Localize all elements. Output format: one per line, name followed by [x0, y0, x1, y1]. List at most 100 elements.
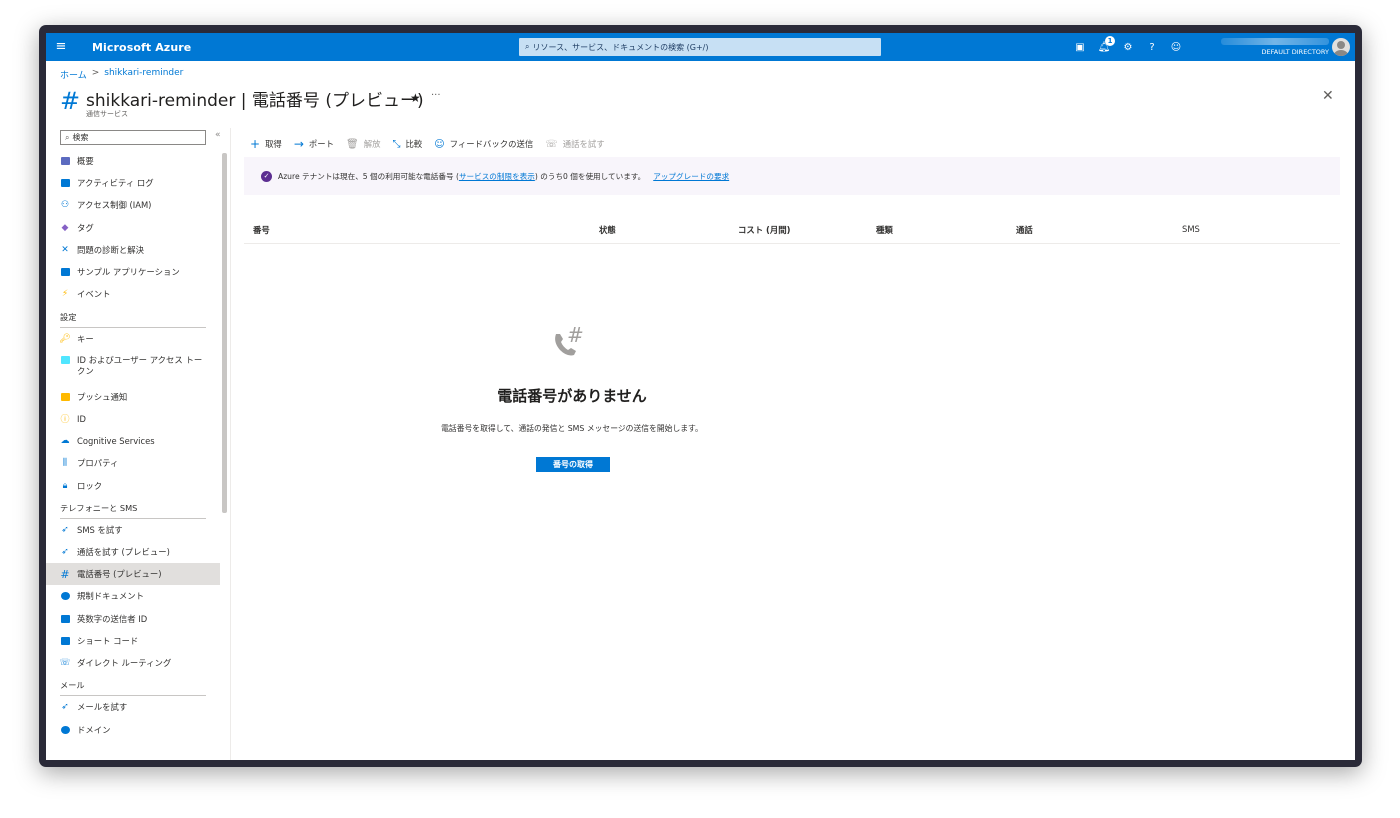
sidebar-search-placeholder: 検索 [72, 133, 89, 142]
breadcrumb-resource[interactable]: shikkari-reminder [104, 68, 183, 81]
avatar[interactable] [1332, 38, 1350, 56]
svg-text:#: # [567, 324, 584, 347]
sidebar-item-overview[interactable]: 概要 [46, 150, 220, 172]
sidebar-item-try-sms[interactable]: ➶ SMS を試す [46, 519, 220, 541]
overview-icon [60, 156, 70, 166]
sidebar-item-label: アクティビティ ログ [77, 178, 154, 189]
column-monthly-cost[interactable]: コスト (月間) [738, 224, 790, 236]
phone-hash-icon: # [555, 324, 584, 356]
main-content: + 取得 → ポート 🗑︎ 解放 ⤡ 比較 ☺ フィードバックの送信 ☏ 通話を試す ✓ A… [244, 128, 1342, 760]
menu-icon[interactable]: ≡ [46, 33, 76, 61]
upgrade-request-link[interactable]: アップグレードの要求 [653, 171, 729, 182]
sidebar-item-label: ダイレクト ルーティング [77, 658, 172, 669]
sidebar-search-input[interactable]: ⌕ 検索 [60, 130, 206, 145]
favorite-star-icon[interactable]: ★ [410, 91, 421, 105]
diagnose-icon: ✕ [61, 244, 69, 255]
sidebar-item-label: ロック [77, 480, 103, 491]
sidebar-item-try-call[interactable]: ➶ 通話を試す (プレビュー) [46, 541, 220, 563]
notifications-icon[interactable]: 🔔︎ 1 [1092, 35, 1116, 53]
global-search-input[interactable]: ⌕ リソース、サービス、ドキュメントの検索 (G+/) [519, 38, 881, 56]
sidebar-item-label: ID [77, 413, 86, 424]
sidebar-item-events[interactable]: ⚡ イベント [46, 283, 220, 305]
regulatory-docs-icon [60, 591, 70, 601]
sidebar-item-domains[interactable]: ドメイン [46, 719, 220, 741]
command-bar: + 取得 → ポート 🗑︎ 解放 ⤡ 比較 ☺ フィードバックの送信 ☏ 通話を試す [250, 136, 617, 152]
sample-app-icon [60, 267, 70, 277]
arrow-right-icon: → [293, 137, 304, 151]
sidebar-item-phone-numbers[interactable]: # 電話番号 (プレビュー) [46, 563, 220, 586]
try-call-button[interactable]: ☏ 通話を試す [545, 138, 604, 150]
sidebar-item-diagnose[interactable]: ✕ 問題の診断と解決 [46, 239, 220, 261]
sidebar-item-id[interactable]: ⓘ ID [46, 408, 220, 430]
column-sms[interactable]: SMS [1182, 224, 1200, 234]
feedback-button[interactable]: ☺ フィードバックの送信 [434, 138, 533, 150]
service-limits-link[interactable]: サービスの制限を表示 [459, 171, 535, 182]
account-email-redacted [1221, 38, 1329, 45]
sidebar-item-label: ID およびユーザー アクセス トークン [77, 354, 203, 376]
try-call-icon: ➶ [61, 547, 69, 558]
more-options-icon[interactable]: ··· [431, 90, 441, 101]
brand-logo[interactable]: Microsoft Azure [92, 41, 191, 54]
feedback-icon[interactable]: ☺ [1164, 42, 1188, 53]
port-label: ポート [308, 139, 334, 149]
sidebar-item-label: サンプル アプリケーション [77, 267, 180, 278]
section-mail: メール [46, 674, 220, 697]
notice-text-before: Azure テナントは現在、5 個の利用可能な電話番号 ( [278, 171, 459, 181]
sidebar-item-keys[interactable]: 🔑︎ キー [46, 328, 220, 350]
close-icon[interactable]: ✕ [1322, 88, 1334, 104]
short-code-icon [60, 636, 70, 646]
trash-icon: 🗑︎ [346, 138, 359, 150]
column-status[interactable]: 状態 [599, 224, 616, 236]
direct-routing-icon: ☏ [59, 658, 71, 669]
sidebar-item-access-control[interactable]: ⚇ アクセス制御 (IAM) [46, 194, 220, 216]
sidebar-item-sample-apps[interactable]: サンプル アプリケーション [46, 261, 220, 283]
activity-log-icon [60, 178, 70, 188]
sidebar-item-label: プッシュ通知 [77, 391, 128, 402]
column-number[interactable]: 番号 [253, 224, 270, 236]
port-button[interactable]: → ポート [294, 137, 334, 151]
event-icon: ⚡ [61, 289, 69, 300]
properties-icon: ⫼ [62, 458, 68, 469]
sidebar-item-push-notifications[interactable]: プッシュ通知 [46, 386, 220, 408]
sidebar-item-tags[interactable]: ◆ タグ [46, 217, 220, 239]
sidebar-item-locks[interactable]: 🔒︎ ロック [46, 474, 220, 496]
collapse-sidebar-icon[interactable]: « [215, 130, 221, 140]
account-info[interactable]: DEFAULT DIRECTORY [1216, 37, 1329, 57]
phone-number-icon: # [60, 567, 70, 581]
column-type[interactable]: 種類 [876, 224, 893, 236]
phone-numbers-table-header: 番号 状態 コスト (月間) 種類 通話 SMS [244, 220, 1340, 244]
sidebar-item-regulatory-docs[interactable]: 規制ドキュメント [46, 585, 220, 607]
sidebar-item-properties[interactable]: ⫼ プロパティ [46, 452, 220, 474]
cloud-shell-icon[interactable]: ▣ [1068, 42, 1092, 53]
settings-gear-icon[interactable]: ⚙ [1116, 42, 1140, 53]
tag-icon: ◆ [61, 222, 69, 233]
get-number-primary-button[interactable]: 番号の取得 [536, 457, 610, 472]
get-number-button[interactable]: + 取得 [250, 137, 282, 151]
sidebar-item-identity-tokens[interactable]: ID およびユーザー アクセス トークン [46, 350, 220, 386]
sidebar-item-label: 通話を試す (プレビュー) [77, 547, 170, 558]
sidebar-item-activity-log[interactable]: アクティビティ ログ [46, 172, 220, 194]
release-button[interactable]: 🗑︎ 解放 [346, 138, 380, 150]
feedback-label: フィードバックの送信 [449, 139, 534, 149]
sidebar-scrollbar[interactable] [222, 153, 227, 513]
sidebar-item-direct-routing[interactable]: ☏ ダイレクト ルーティング [46, 652, 220, 674]
compare-icon: ⤡ [392, 138, 401, 150]
usage-notice-banner: ✓ Azure テナントは現在、5 個の利用可能な電話番号 ( サービスの制限を… [244, 157, 1340, 195]
column-calling[interactable]: 通話 [1016, 224, 1033, 236]
sidebar-item-short-codes[interactable]: ショート コード [46, 630, 220, 652]
push-notification-icon [60, 392, 70, 402]
domain-icon [60, 725, 70, 735]
sidebar-item-alphanumeric-sender[interactable]: 英数字の送信者 ID [46, 608, 220, 630]
compare-button[interactable]: ⤡ 比較 [392, 138, 422, 150]
sidebar-item-label: ドメイン [77, 724, 111, 735]
sidebar-item-cognitive-services[interactable]: ☁ Cognitive Services [46, 430, 220, 452]
breadcrumb-home[interactable]: ホーム [60, 68, 87, 81]
empty-state-description: 電話番号を取得して、通話の発信と SMS メッセージの送信を開始します。 [441, 424, 703, 433]
help-icon[interactable]: ? [1140, 42, 1164, 53]
sidebar-item-try-email[interactable]: ➶ メールを試す [46, 696, 220, 718]
access-control-icon: ⚇ [60, 200, 70, 211]
sidebar-item-label: ショート コード [77, 635, 139, 646]
rocket-icon: ✓ [261, 170, 272, 182]
sidebar-item-label: イベント [77, 289, 111, 300]
compare-label: 比較 [405, 139, 423, 149]
